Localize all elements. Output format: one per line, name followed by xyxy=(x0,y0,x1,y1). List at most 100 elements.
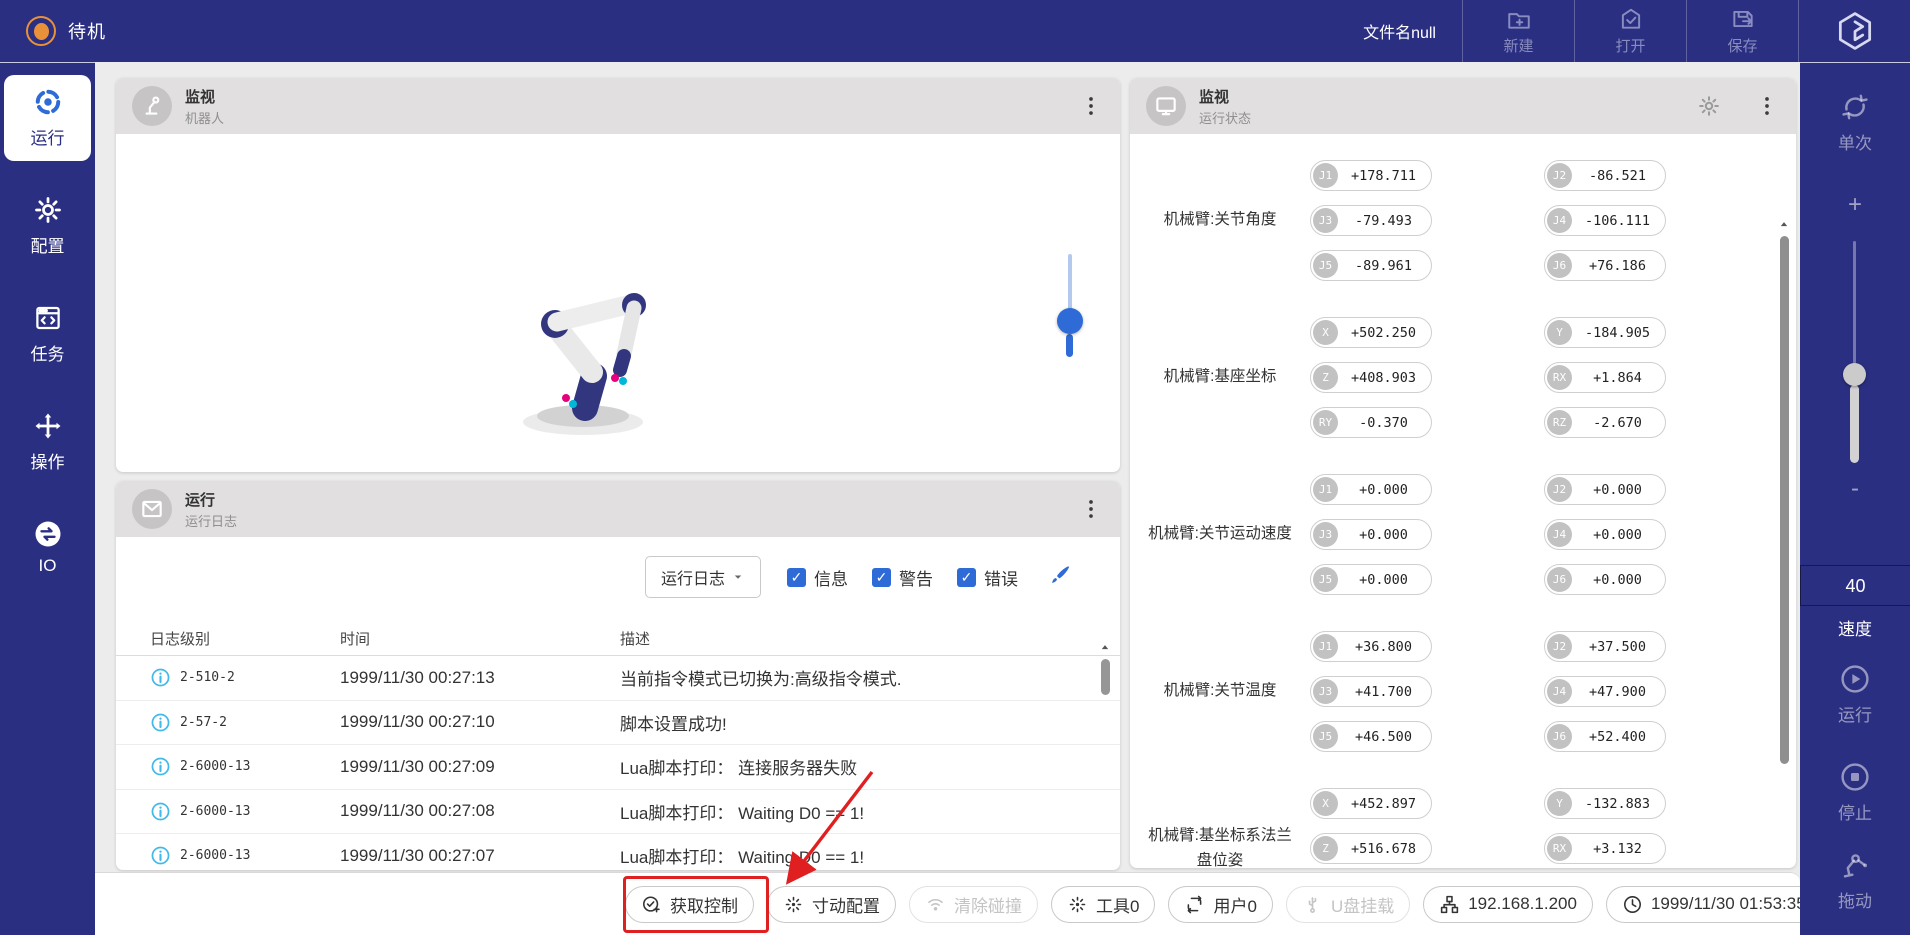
stop-button[interactable]: 停止 xyxy=(1800,761,1910,824)
robot-3d-viewport[interactable] xyxy=(116,134,1120,472)
status-section-label: 机械臂:基座坐标 xyxy=(1144,365,1296,389)
clear-collision-button[interactable]: 清除碰撞 xyxy=(909,886,1038,923)
log-scroll-thumb[interactable] xyxy=(1101,659,1110,695)
log-scrollbar[interactable] xyxy=(1098,641,1112,859)
scroll-up-icon[interactable] xyxy=(1098,641,1112,655)
log-level-checkbox[interactable]: ✓ 信息 xyxy=(787,565,848,590)
pill-axis-label: RZ xyxy=(1547,410,1572,435)
clear-log-icon[interactable] xyxy=(1044,563,1072,591)
kebab-menu-icon[interactable] xyxy=(1754,93,1780,119)
log-level-checkbox[interactable]: ✓ 警告 xyxy=(872,565,933,590)
stop-circle-icon xyxy=(1839,761,1871,793)
checkbox-check-icon[interactable]: ✓ xyxy=(787,568,806,587)
pill-axis-label: Y xyxy=(1547,320,1572,345)
speed-increase-button[interactable]: + xyxy=(1800,191,1910,219)
robot-monitor-panel: 监视 机器人 xyxy=(116,78,1120,472)
status-panel-subtitle: 运行状态 xyxy=(1199,108,1251,127)
pill-axis-label: J5 xyxy=(1313,253,1338,278)
sidebar-item-io[interactable]: IO xyxy=(4,507,91,588)
drag-mode-button[interactable]: 拖动 xyxy=(1800,849,1910,912)
run-status-panel: 监视 运行状态 机械臂:关节角度 J1 +178.711 J2 -86.521 … xyxy=(1130,78,1796,868)
sidebar-item-operate[interactable]: 操作 xyxy=(4,399,91,485)
status-value-pill: J4 +0.000 xyxy=(1544,519,1666,550)
pill-axis-value: +0.000 xyxy=(1338,482,1429,498)
pill-axis-value: +0.000 xyxy=(1338,527,1429,543)
file-action-new-file[interactable]: 新建 xyxy=(1462,0,1574,62)
status-section-label: 机械臂:关节角度 xyxy=(1144,208,1296,232)
filename-label: 文件名null xyxy=(1363,19,1436,43)
info-icon xyxy=(150,845,171,866)
log-type-dropdown[interactable]: 运行日志 xyxy=(645,556,761,598)
checkbox-check-icon[interactable]: ✓ xyxy=(957,568,976,587)
info-icon xyxy=(150,712,171,733)
pill-axis-value: +0.000 xyxy=(1572,572,1663,588)
pill-axis-value: -106.111 xyxy=(1572,213,1663,229)
log-table-row[interactable]: 2-6000-13 1999/11/30 00:27:09 Lua脚本打印： 连… xyxy=(116,745,1120,790)
log-panel-avatar xyxy=(132,489,172,529)
scroll-up-icon[interactable] xyxy=(1777,218,1791,232)
pill-axis-label: X xyxy=(1313,791,1338,816)
tool-button[interactable]: 工具0 xyxy=(1051,886,1155,923)
info-icon xyxy=(150,756,171,777)
status-section: 机械臂:基座坐标 X +502.250 Y -184.905 Z +408.90… xyxy=(1144,317,1796,438)
tool-icon xyxy=(1067,894,1088,915)
ip-address-chip[interactable]: 192.168.1.200 xyxy=(1423,886,1593,923)
speed-decrease-button[interactable]: - xyxy=(1800,475,1910,503)
log-panel-title: 运行 xyxy=(185,489,237,510)
log-table-row[interactable]: 2-6000-13 1999/11/30 00:27:08 Lua脚本打印： W… xyxy=(116,790,1120,835)
open-file-icon xyxy=(1618,6,1644,32)
view-zoom-slider-handle[interactable] xyxy=(1057,308,1083,334)
speed-slider-track[interactable] xyxy=(1853,241,1856,369)
status-scrollbar[interactable] xyxy=(1777,218,1791,768)
pill-axis-value: +452.897 xyxy=(1338,796,1429,812)
sidebar-item-task[interactable]: 任务 xyxy=(4,291,91,377)
speed-slider-handle[interactable] xyxy=(1843,363,1866,386)
user-frame-button[interactable]: 用户0 xyxy=(1168,886,1272,923)
jog-config-button[interactable]: 寸动配置 xyxy=(767,886,896,923)
pill-axis-label: J6 xyxy=(1547,724,1572,749)
view-zoom-slider-fill xyxy=(1066,334,1073,357)
brand-logo xyxy=(1798,0,1910,62)
datetime-chip[interactable]: 1999/11/30 01:53:35 xyxy=(1606,886,1822,923)
log-table-row[interactable]: 2-57-2 1999/11/30 00:27:10 脚本设置成功! xyxy=(116,701,1120,746)
status-value-pill: J5 +0.000 xyxy=(1310,564,1432,595)
file-action-save[interactable]: 保存 xyxy=(1686,0,1798,62)
pill-axis-label: J6 xyxy=(1547,253,1572,278)
sidebar-item-config[interactable]: 配置 xyxy=(4,183,91,269)
robot-3d-view[interactable] xyxy=(481,256,691,441)
run-log-panel: 运行 运行日志 运行日志 ✓ 信息 ✓ 警告 ✓ 错误 日志级别 时间 描述 xyxy=(116,481,1120,870)
status-value-pill: Z +408.903 xyxy=(1310,362,1432,393)
usb-button[interactable]: U盘挂载 xyxy=(1286,886,1410,923)
settings-gear-icon[interactable] xyxy=(1697,94,1721,118)
sidebar-item-run[interactable]: 运行 xyxy=(4,75,91,161)
col-description: 描述 xyxy=(620,628,1120,649)
kebab-menu-icon[interactable] xyxy=(1078,496,1104,522)
config-icon xyxy=(33,195,63,225)
log-table-row[interactable]: 2-510-2 1999/11/30 00:27:13 当前指令模式已切换为:高… xyxy=(116,656,1120,701)
file-action-open-file[interactable]: 打开 xyxy=(1574,0,1686,62)
speed-slider-fill xyxy=(1850,385,1859,463)
checkbox-check-icon[interactable]: ✓ xyxy=(872,568,891,587)
log-panel-header: 运行 运行日志 xyxy=(116,481,1120,537)
status-section: 机械臂:关节运动速度 J1 +0.000 J2 +0.000 J3 +0.000… xyxy=(1144,474,1796,595)
speed-label: 速度 xyxy=(1800,615,1910,640)
play-circle-icon xyxy=(1839,663,1871,695)
log-table-row[interactable]: 2-6000-13 1999/11/30 00:27:07 Lua脚本打印： W… xyxy=(116,834,1120,870)
robot-panel-title: 监视 xyxy=(185,86,224,107)
run-button[interactable]: 运行 xyxy=(1800,663,1910,726)
pill-axis-label: RY xyxy=(1313,410,1338,435)
status-panel-avatar xyxy=(1146,86,1186,126)
pill-axis-label: J3 xyxy=(1313,679,1338,704)
acquire-control-button[interactable]: 获取控制 xyxy=(625,886,754,923)
status-value-pill: Y -132.883 xyxy=(1544,788,1666,819)
pill-axis-label: X xyxy=(1313,320,1338,345)
log-level-checkbox[interactable]: ✓ 错误 xyxy=(957,565,1018,590)
kebab-menu-icon[interactable] xyxy=(1078,93,1104,119)
single-cycle-button[interactable]: 单次 xyxy=(1800,91,1910,154)
network-icon xyxy=(1439,894,1460,915)
status-scroll-thumb[interactable] xyxy=(1780,236,1789,764)
status-value-pill: RX +3.132 xyxy=(1544,833,1666,864)
right-sidebar: 单次 + - 40 速度 运行 停止 拖动 xyxy=(1800,62,1910,935)
log-table: 日志级别 时间 描述 2-510-2 1999/11/30 00:27:13 当… xyxy=(116,622,1120,870)
new-file-icon xyxy=(1506,6,1532,32)
